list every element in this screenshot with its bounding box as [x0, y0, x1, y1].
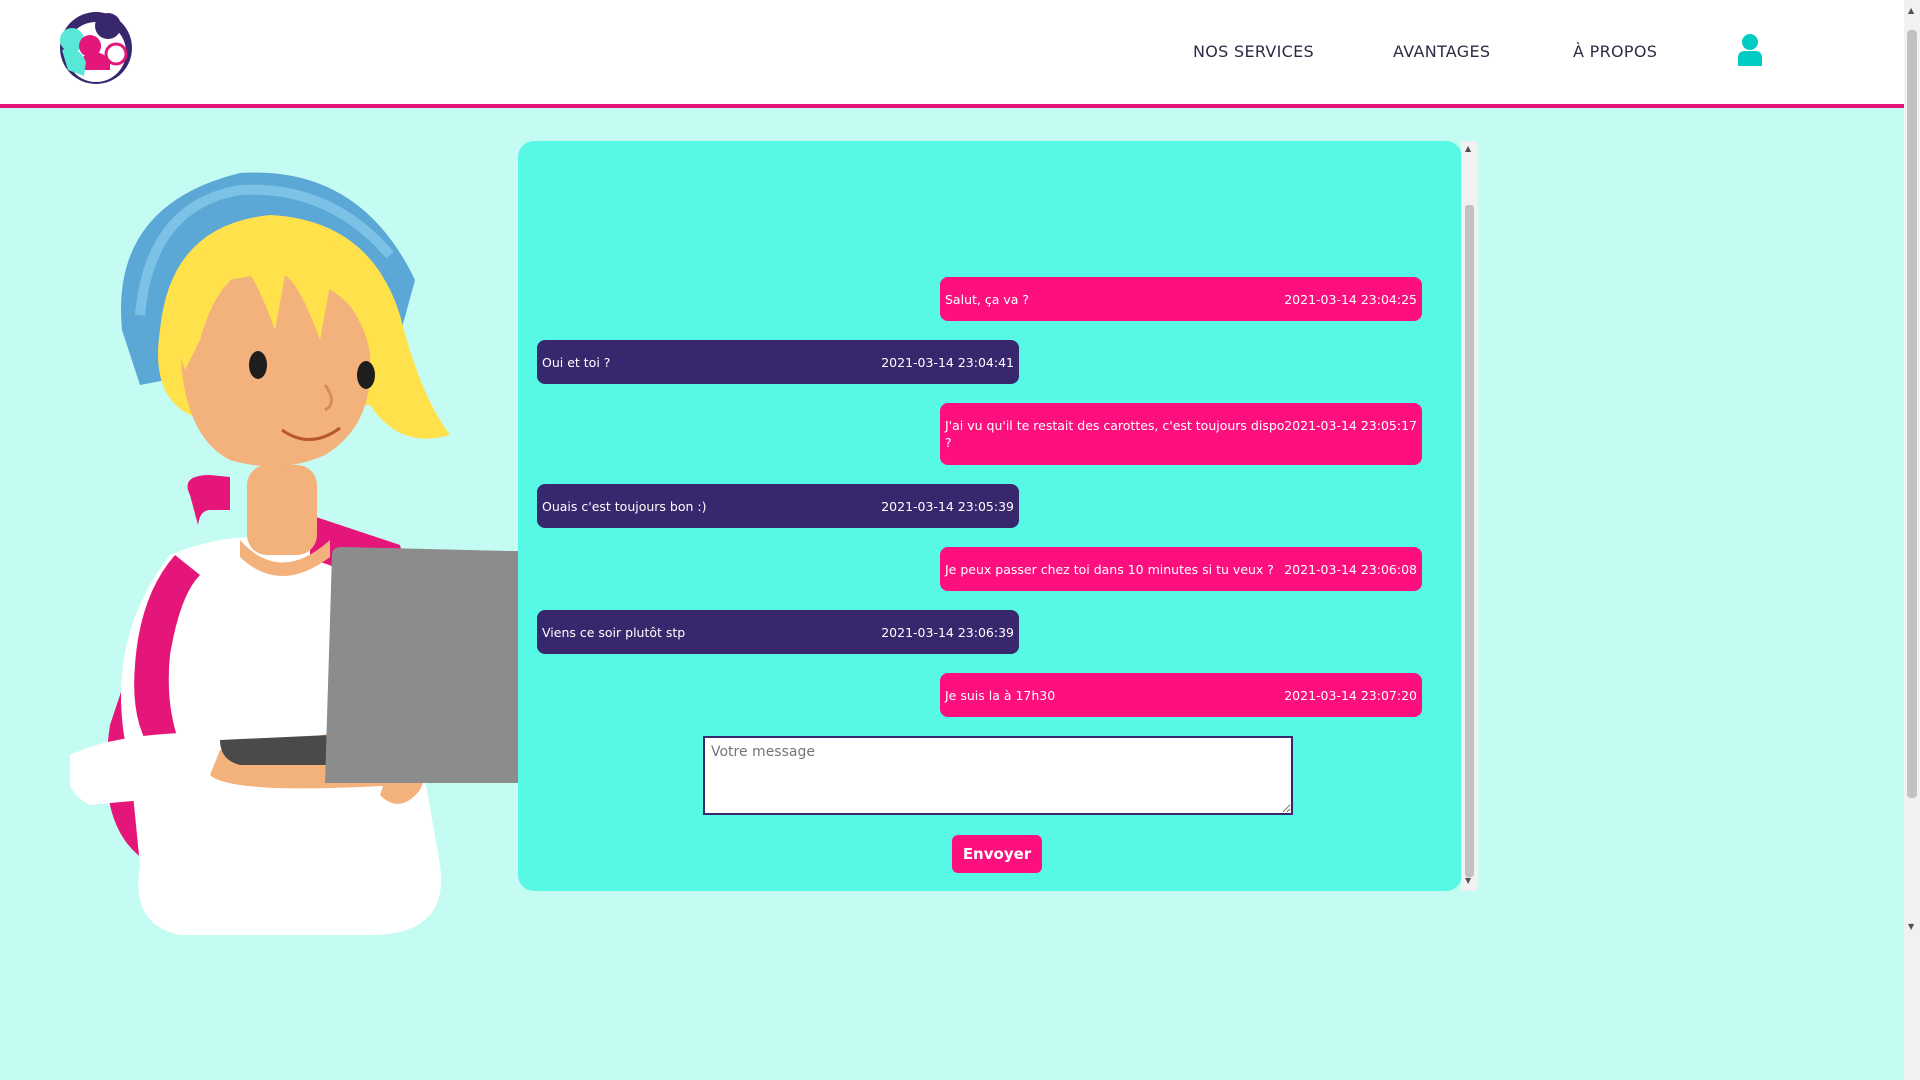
message-sent: Je peux passer chez toi dans 10 minutes … — [940, 547, 1422, 591]
chat-panel: Salut, ça va ? 2021-03-14 23:04:25 Oui e… — [518, 141, 1462, 891]
message-received: Viens ce soir plutôt stp 2021-03-14 23:0… — [537, 610, 1019, 654]
message-sent: Salut, ça va ? 2021-03-14 23:04:25 — [940, 277, 1422, 321]
message-text: Je suis la à 17h30 — [945, 688, 1056, 703]
page-scrollbar[interactable]: ▲ ▼ — [1904, 0, 1920, 1080]
message-timestamp: 2021-03-14 23:05:39 — [881, 499, 1014, 514]
scrollbar-thumb[interactable] — [1465, 205, 1474, 877]
chat-scrollbar[interactable]: ▲ ▼ — [1461, 141, 1478, 891]
scroll-down-arrow-icon[interactable]: ▼ — [1465, 876, 1471, 885]
send-button[interactable]: Envoyer — [952, 835, 1042, 873]
message-text: Viens ce soir plutôt stp — [542, 625, 686, 640]
scroll-up-arrow-icon[interactable]: ▲ — [1908, 6, 1914, 15]
message-timestamp: 2021-03-14 23:06:39 — [881, 625, 1014, 640]
message-text: J'ai vu qu'il te restait des carottes, c… — [945, 418, 1285, 450]
app-logo[interactable] — [58, 10, 134, 86]
message-text: Ouais c'est toujours bon :) — [542, 499, 707, 514]
message-sent: Je suis la à 17h30 2021-03-14 23:07:20 — [940, 673, 1422, 717]
message-input[interactable] — [703, 736, 1293, 815]
scrollbar-thumb[interactable] — [1907, 30, 1917, 798]
nav-services[interactable]: NOS SERVICES — [1193, 42, 1314, 61]
message-timestamp: 2021-03-14 23:04:25 — [1284, 292, 1417, 307]
user-icon[interactable] — [1737, 33, 1763, 67]
message-text: Oui et toi ? — [542, 355, 611, 370]
nav-avantages[interactable]: AVANTAGES — [1393, 42, 1490, 61]
message-received: Oui et toi ? 2021-03-14 23:04:41 — [537, 340, 1019, 384]
message-text: Salut, ça va ? — [945, 292, 1030, 307]
girl-with-laptop-illustration — [70, 172, 590, 935]
message-timestamp: 2021-03-14 23:06:08 — [1284, 562, 1417, 577]
scroll-down-arrow-icon[interactable]: ▼ — [1908, 922, 1914, 931]
nav-apropos[interactable]: À PROPOS — [1573, 42, 1657, 61]
message-timestamp: 2021-03-14 23:05:17 — [1284, 418, 1417, 433]
message-text: Je peux passer chez toi dans 10 minutes … — [945, 562, 1274, 577]
message-sent: J'ai vu qu'il te restait des carottes, c… — [940, 403, 1422, 465]
message-received: Ouais c'est toujours bon :) 2021-03-14 2… — [537, 484, 1019, 528]
message-timestamp: 2021-03-14 23:04:41 — [881, 355, 1014, 370]
top-navbar: NOS SERVICES AVANTAGES À PROPOS — [0, 0, 1904, 108]
message-timestamp: 2021-03-14 23:07:20 — [1284, 688, 1417, 703]
scroll-up-arrow-icon[interactable]: ▲ — [1465, 144, 1471, 153]
